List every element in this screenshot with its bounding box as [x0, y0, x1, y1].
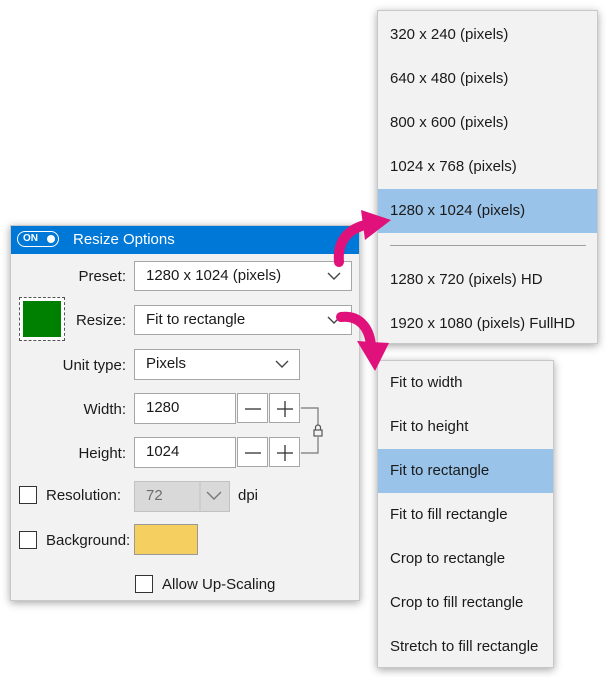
resize-value: Fit to rectangle — [146, 311, 246, 328]
preset-menu: 320 x 240 (pixels) 640 x 480 (pixels) 80… — [377, 10, 598, 344]
preset-option-selected[interactable]: 1280 x 1024 (pixels) — [378, 189, 597, 233]
toggle-label: ON — [23, 233, 38, 244]
option-label: Crop to rectangle — [390, 550, 506, 567]
chevron-down-icon — [275, 360, 289, 368]
minus-icon — [245, 452, 261, 454]
height-increment-button[interactable] — [269, 437, 300, 467]
aspect-lock-icon[interactable] — [301, 406, 323, 456]
width-value: 1280 — [146, 399, 180, 416]
option-label: 1024 x 768 (pixels) — [390, 158, 517, 175]
option-label: 1280 x 1024 (pixels) — [390, 202, 526, 219]
background-checkbox[interactable] — [19, 531, 37, 549]
resize-option[interactable]: Fit to fill rectangle — [378, 493, 553, 537]
resize-option[interactable]: Crop to rectangle — [378, 537, 553, 581]
resolution-label: Resolution: — [46, 487, 122, 504]
resolution-combobox: 72 — [134, 481, 230, 512]
preset-option[interactable]: 1024 x 768 (pixels) — [378, 145, 597, 189]
preset-value: 1280 x 1024 (pixels) — [146, 267, 282, 284]
resolution-checkbox[interactable] — [19, 486, 37, 504]
resolution-value: 72 — [146, 487, 163, 504]
menu-separator — [390, 245, 586, 246]
callout-arrow-icon — [336, 311, 389, 371]
resize-options-panel: ON Resize Options Preset: 1280 x 1024 (p… — [10, 225, 360, 601]
option-label: 1280 x 720 (pixels) HD — [390, 271, 543, 288]
option-label: Fit to fill rectangle — [390, 506, 508, 523]
preset-option[interactable]: 320 x 240 (pixels) — [378, 13, 597, 57]
chevron-down-icon — [199, 482, 222, 511]
unit-type-value: Pixels — [146, 355, 187, 372]
resize-option[interactable]: Stretch to fill rectangle — [378, 625, 553, 669]
option-label: 320 x 240 (pixels) — [390, 26, 509, 43]
option-label: Fit to height — [390, 418, 469, 435]
panel-header: ON Resize Options — [11, 226, 359, 254]
resize-menu: Fit to width Fit to height Fit to rectan… — [377, 360, 554, 668]
option-label: Fit to width — [390, 374, 463, 391]
preset-option[interactable]: 800 x 600 (pixels) — [378, 101, 597, 145]
option-label: 1920 x 1080 (pixels) FullHD — [390, 315, 576, 332]
option-label: Stretch to fill rectangle — [390, 638, 539, 655]
preset-option[interactable]: 640 x 480 (pixels) — [378, 57, 597, 101]
preset-option[interactable]: 1920 x 1080 (pixels) FullHD — [378, 302, 597, 346]
height-label: Height: — [78, 445, 126, 462]
preset-label: Preset: — [78, 268, 126, 285]
option-label: 640 x 480 (pixels) — [390, 70, 509, 87]
minus-icon — [245, 408, 261, 410]
width-increment-button[interactable] — [269, 393, 300, 423]
callout-arrow-icon — [333, 210, 391, 267]
unit-type-dropdown[interactable]: Pixels — [134, 349, 300, 380]
preset-option[interactable]: 1280 x 720 (pixels) HD — [378, 258, 597, 302]
background-color-picker[interactable] — [134, 524, 198, 555]
toggle-knob — [47, 234, 55, 243]
width-label: Width: — [83, 401, 126, 418]
width-decrement-button[interactable] — [237, 393, 268, 423]
height-decrement-button[interactable] — [237, 437, 268, 467]
resize-option[interactable]: Fit to height — [378, 405, 553, 449]
on-off-toggle[interactable]: ON — [17, 231, 59, 247]
resolution-unit: dpi — [238, 487, 259, 504]
resize-option[interactable]: Fit to width — [378, 361, 553, 405]
panel-title: Resize Options — [73, 231, 175, 248]
resize-option-selected[interactable]: Fit to rectangle — [378, 449, 553, 493]
allow-upscaling-label: Allow Up-Scaling — [162, 576, 276, 593]
resize-dropdown[interactable]: Fit to rectangle — [134, 305, 352, 335]
preset-dropdown[interactable]: 1280 x 1024 (pixels) — [134, 261, 352, 291]
plus-icon — [277, 445, 293, 461]
option-label: Fit to rectangle — [390, 462, 490, 479]
background-label: Background: — [46, 532, 131, 549]
option-label: 800 x 600 (pixels) — [390, 114, 509, 131]
option-label: Crop to fill rectangle — [390, 594, 524, 611]
width-input[interactable]: 1280 — [134, 393, 236, 424]
allow-upscaling-checkbox[interactable] — [135, 575, 153, 593]
resize-option[interactable]: Crop to fill rectangle — [378, 581, 553, 625]
unit-type-label: Unit type: — [62, 357, 126, 374]
plus-icon — [277, 401, 293, 417]
height-input[interactable]: 1024 — [134, 437, 236, 468]
resize-label: Resize: — [75, 312, 126, 329]
height-value: 1024 — [146, 443, 180, 460]
